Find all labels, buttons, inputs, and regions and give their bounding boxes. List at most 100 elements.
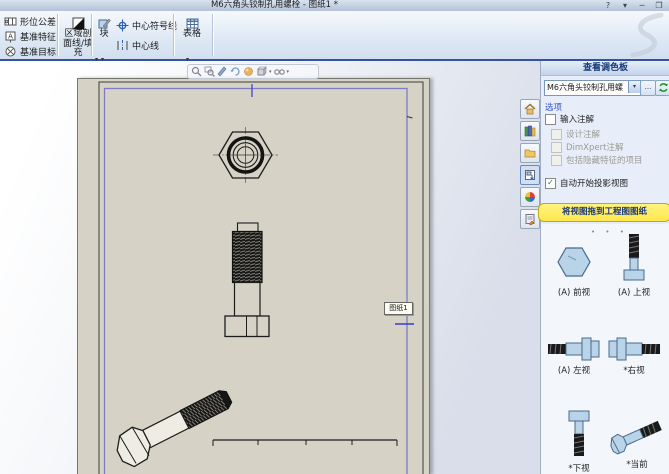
svg-text:A: A	[8, 33, 13, 41]
datum-target-button[interactable]: 基准目标	[4, 45, 56, 58]
checkbox-label: 自动开始投影视图	[560, 179, 629, 189]
edit-appearance-icon[interactable]	[243, 66, 254, 77]
checkbox-label: 包括隐藏特征的项目	[566, 156, 643, 166]
view-orientation-icon[interactable]	[256, 66, 267, 77]
palette-view-label: (A) 左视	[557, 366, 591, 376]
datum-feature-label: 基准特征	[20, 33, 57, 43]
sheet-name-tooltip: 图纸1	[384, 302, 413, 315]
tab-solidworks-resources[interactable]	[520, 99, 540, 119]
rotate-view-icon[interactable]	[230, 66, 241, 77]
checkbox-import-annotations[interactable]: 输入注解	[545, 113, 594, 125]
drawing-view-front[interactable]	[213, 127, 278, 183]
checkbox-box[interactable]	[545, 113, 556, 125]
down-view-thumbnail	[568, 410, 590, 456]
command-manager-ribbon: 形位公差 A 基准特征 基准目标 区域剖 面线/填 充 ▾ 块 ▾ 中心符号线	[0, 11, 669, 63]
checkbox-checked-box[interactable]: ✓	[545, 177, 556, 189]
help-button[interactable]: ?	[602, 0, 614, 11]
palette-view-left[interactable]: (A) 左视	[544, 336, 604, 376]
table-button[interactable]: 表格	[177, 17, 207, 40]
palette-view-down[interactable]: *下视	[549, 408, 609, 474]
current-view-thumbnail	[610, 420, 662, 455]
centerline-button[interactable]: 中心线	[116, 39, 159, 52]
palette-view-right[interactable]: *右视	[604, 336, 664, 376]
gtol-button[interactable]: 形位公差	[4, 15, 56, 28]
block-button[interactable]: 块	[95, 17, 113, 40]
drag-views-hint-banner: 将视图拖到工程图图纸	[538, 203, 669, 222]
datum-feature-icon: A	[5, 31, 16, 43]
zoom-area-icon[interactable]	[204, 66, 215, 77]
tab-appearances[interactable]	[520, 187, 540, 207]
minimize-button[interactable]: ─	[636, 0, 648, 11]
folder-icon	[524, 149, 536, 158]
home-icon	[524, 103, 536, 115]
area-hatch-label-3: 充	[73, 48, 83, 58]
palette-view-label: (A) 前视	[557, 288, 591, 298]
tab-view-palette[interactable]	[520, 165, 540, 185]
window-title: M6六角头铰制孔用螺栓 - 图纸1 *	[210, 0, 339, 10]
browse-button[interactable]: ...	[640, 80, 656, 96]
hide-show-items-icon[interactable]	[273, 66, 285, 77]
checkbox-label: DimXpert注解	[566, 143, 624, 153]
checkbox-box	[551, 141, 562, 153]
palette-view-front[interactable]: (A) 前视	[544, 240, 604, 298]
right-view-thumbnail	[608, 337, 660, 361]
checkbox-design-annotations: 设计注解	[551, 128, 600, 140]
datum-feature-button[interactable]: A 基准特征	[4, 30, 56, 43]
checkbox-include-hidden-items: 包括隐藏特征的项目	[551, 154, 643, 166]
books-icon	[524, 125, 536, 137]
checkbox-box	[551, 154, 562, 166]
checkbox-box	[551, 128, 562, 140]
graphics-area[interactable]: ▾ ▾ 图纸1 ••	[0, 61, 540, 474]
gtol-icon	[4, 17, 17, 26]
center-mark-button[interactable]: 中心符号线	[116, 19, 177, 32]
checkbox-auto-start-projected-view[interactable]: ✓ 自动开始投影视图	[545, 177, 628, 189]
table-label: 表格	[182, 29, 201, 39]
document-dropdown-value: M6六角头铰制孔用螺	[547, 83, 623, 92]
checkbox-label: 输入注解	[560, 115, 595, 125]
zoom-fit-icon[interactable]	[191, 66, 202, 77]
task-pane-tabs	[520, 99, 540, 229]
solidworks-watermark	[630, 13, 664, 57]
palette-view-label: *当前	[626, 460, 648, 470]
view-palette-panel: 查看调色板 M6六角头铰制孔用螺 ▾ ... 选项 输入注解 设计注解 DimX…	[538, 61, 669, 474]
solidworks-window: M6六角头铰制孔用螺栓 - 图纸1 * ? ▾ ─ ❐ 形位公差 A 基准特征 …	[0, 0, 669, 474]
center-mark-icon	[116, 19, 129, 32]
tab-custom-properties[interactable]	[520, 209, 540, 229]
section-view-icon[interactable]	[217, 66, 228, 77]
tab-file-explorer[interactable]	[520, 143, 540, 163]
document-dropdown[interactable]: M6六角头铰制孔用螺 ▾	[544, 80, 641, 96]
drawing-view-top[interactable]	[224, 222, 270, 338]
center-mark-label: 中心符号线	[132, 22, 178, 32]
palette-view-current[interactable]: *当前	[607, 414, 667, 470]
gtol-label: 形位公差	[20, 18, 57, 28]
view-orientation-dropdown-icon[interactable]: ▾	[269, 69, 272, 75]
left-view-thumbnail	[548, 337, 600, 361]
palette-view-label: *下视	[568, 464, 590, 474]
zone-tick	[406, 116, 413, 119]
appearances-sphere-icon	[525, 192, 535, 202]
palette-view-up[interactable]: (A) 上视	[604, 232, 664, 298]
centerline-icon	[117, 40, 128, 51]
up-view-thumbnail	[623, 234, 645, 281]
datum-target-label: 基准目标	[20, 48, 57, 58]
hide-show-dropdown-icon[interactable]: ▾	[287, 69, 290, 75]
palette-view-label: *右视	[623, 366, 645, 376]
sheet-drawing-layer	[98, 81, 424, 474]
refresh-icon	[658, 83, 668, 92]
panel-title: 查看调色板	[541, 61, 669, 76]
drawing-view-isometric[interactable]	[111, 382, 238, 470]
chevron-down-icon[interactable]: ▾	[628, 81, 640, 93]
palette-view-label: (A) 上视	[617, 288, 651, 298]
area-hatch-button[interactable]: 区域剖 面线/填 充	[61, 17, 95, 59]
heads-up-view-toolbar: ▾ ▾	[187, 64, 319, 79]
view-palette-icon	[525, 170, 535, 180]
properties-icon	[525, 214, 535, 225]
restore-button[interactable]: ❐	[653, 0, 665, 11]
refresh-button[interactable]	[655, 80, 669, 96]
front-view-thumbnail	[557, 247, 591, 277]
checkbox-dimxpert-annotations: DimXpert注解	[551, 141, 623, 153]
datum-target-icon	[5, 46, 16, 57]
tab-design-library[interactable]	[520, 121, 540, 141]
titlebar-dropdown-button[interactable]: ▾	[619, 0, 631, 11]
block-label: 块	[99, 29, 109, 39]
